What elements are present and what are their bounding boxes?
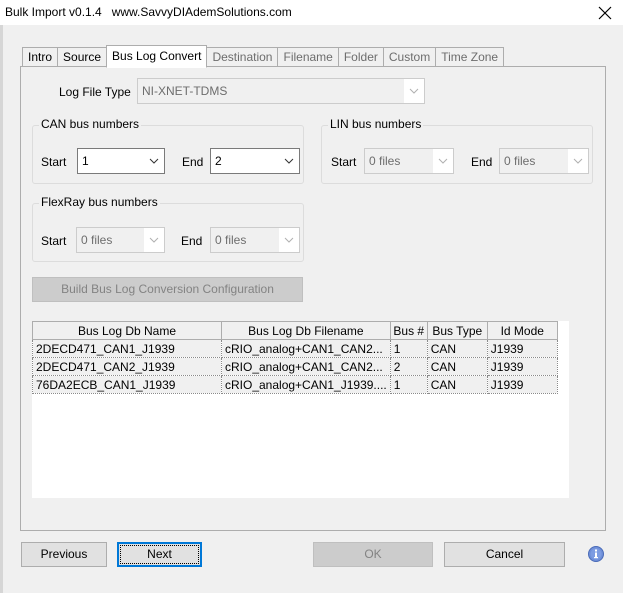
flexray-bus-legend: FlexRay bus numbers: [39, 195, 160, 209]
chevron-down-icon: [144, 149, 164, 173]
log-file-type-value: NI-XNET-TDMS: [142, 84, 228, 98]
column-header-db-filename[interactable]: Bus Log Db Filename: [221, 321, 391, 340]
cell-bus-number[interactable]: 2: [389, 357, 428, 376]
tab-strip: Intro Source Bus Log Convert Destination…: [22, 45, 505, 68]
chevron-down-icon: [144, 228, 164, 252]
bus-log-grid[interactable]: Bus Log Db Name Bus Log Db Filename Bus …: [32, 321, 569, 498]
can-bus-group: CAN bus numbers Start 1 End 2: [32, 117, 304, 184]
cell-bus-number[interactable]: 1: [389, 339, 428, 358]
log-file-type-label: Log File Type: [59, 85, 131, 99]
tab-destination[interactable]: Destination: [206, 47, 279, 67]
can-end-label: End: [182, 155, 204, 169]
window-edge: [0, 25, 3, 593]
can-start-select[interactable]: 1: [77, 148, 165, 174]
chevron-down-icon: [404, 79, 424, 103]
close-icon: [598, 6, 612, 20]
next-button[interactable]: Next: [117, 542, 202, 567]
cell-id-mode[interactable]: J1939: [486, 357, 558, 376]
chevron-down-icon: [568, 149, 588, 173]
tab-source[interactable]: Source: [57, 47, 108, 67]
log-file-type-select[interactable]: NI-XNET-TDMS: [137, 78, 425, 104]
info-icon[interactable]: [588, 546, 604, 562]
tab-bus-log-convert[interactable]: Bus Log Convert: [106, 45, 208, 68]
chevron-down-icon: [433, 149, 453, 173]
tab-custom[interactable]: Custom: [382, 47, 437, 67]
can-start-value: 1: [82, 154, 89, 168]
flexray-start-select[interactable]: 0 files: [76, 227, 165, 253]
cell-db-filename[interactable]: cRIO_analog+CAN1_J1939....: [221, 375, 391, 394]
column-header-id-mode[interactable]: Id Mode: [486, 321, 558, 340]
lin-bus-group: LIN bus numbers Start 0 files End 0 file…: [321, 117, 593, 184]
table-row[interactable]: 76DA2ECB_CAN1_J1939 cRIO_analog+CAN1_J19…: [32, 375, 558, 394]
can-end-select[interactable]: 2: [210, 148, 300, 174]
title-bar: Bulk Import v0.1.4 www.SavvyDIAdemSoluti…: [0, 0, 623, 25]
lin-end-value: 0 files: [504, 154, 536, 168]
close-button[interactable]: [595, 2, 615, 25]
bus-log-convert-panel: Log File Type NI-XNET-TDMS CAN bus numbe…: [20, 66, 606, 531]
cell-db-filename[interactable]: cRIO_analog+CAN1_CAN2...: [221, 357, 391, 376]
cell-db-name[interactable]: 2DECD471_CAN1_J1939: [32, 339, 222, 358]
table-row[interactable]: 2DECD471_CAN2_J1939 cRIO_analog+CAN1_CAN…: [32, 357, 558, 376]
column-header-bus-type[interactable]: Bus Type: [426, 321, 488, 340]
tab-time-zone[interactable]: Time Zone: [435, 47, 505, 67]
flexray-bus-group: FlexRay bus numbers Start 0 files End 0 …: [32, 195, 304, 262]
chevron-down-icon: [279, 149, 299, 173]
column-header-db-name[interactable]: Bus Log Db Name: [32, 321, 222, 340]
bus-log-table: Bus Log Db Name Bus Log Db Filename Bus …: [32, 321, 558, 394]
lin-bus-legend: LIN bus numbers: [328, 117, 424, 131]
window-title: Bulk Import v0.1.4 www.SavvyDIAdemSoluti…: [5, 5, 292, 19]
column-header-bus-number[interactable]: Bus #: [389, 321, 428, 340]
can-start-label: Start: [41, 155, 67, 169]
flexray-start-value: 0 files: [81, 233, 113, 247]
build-configuration-button[interactable]: Build Bus Log Conversion Configuration: [32, 277, 303, 302]
can-bus-legend: CAN bus numbers: [39, 117, 142, 131]
can-end-value: 2: [215, 154, 222, 168]
cell-id-mode[interactable]: J1939: [486, 375, 558, 394]
flexray-end-select[interactable]: 0 files: [210, 227, 300, 253]
lin-start-label: Start: [331, 155, 357, 169]
flexray-start-label: Start: [41, 234, 67, 248]
cell-db-name[interactable]: 76DA2ECB_CAN1_J1939: [32, 375, 222, 394]
previous-button[interactable]: Previous: [21, 542, 107, 567]
tab-folder[interactable]: Folder: [337, 47, 384, 67]
lin-start-select[interactable]: 0 files: [364, 148, 454, 174]
cell-bus-number[interactable]: 1: [389, 375, 428, 394]
cancel-button[interactable]: Cancel: [444, 542, 565, 567]
chevron-down-icon: [279, 228, 299, 252]
lin-end-label: End: [471, 155, 493, 169]
flexray-end-label: End: [181, 234, 203, 248]
ok-button[interactable]: OK: [313, 542, 433, 567]
cell-bus-type[interactable]: CAN: [426, 375, 488, 394]
lin-end-select[interactable]: 0 files: [499, 148, 589, 174]
cell-db-name[interactable]: 2DECD471_CAN2_J1939: [32, 357, 222, 376]
tab-filename[interactable]: Filename: [277, 47, 339, 67]
cell-bus-type[interactable]: CAN: [426, 357, 488, 376]
table-row[interactable]: 2DECD471_CAN1_J1939 cRIO_analog+CAN1_CAN…: [32, 339, 558, 358]
cell-id-mode[interactable]: J1939: [486, 339, 558, 358]
cell-db-filename[interactable]: cRIO_analog+CAN1_CAN2...: [221, 339, 391, 358]
tab-intro[interactable]: Intro: [22, 47, 59, 67]
lin-start-value: 0 files: [369, 154, 401, 168]
cell-bus-type[interactable]: CAN: [426, 339, 488, 358]
focus-ring: [120, 545, 199, 564]
grid-header-row: Bus Log Db Name Bus Log Db Filename Bus …: [32, 321, 558, 340]
flexray-end-value: 0 files: [215, 233, 247, 247]
